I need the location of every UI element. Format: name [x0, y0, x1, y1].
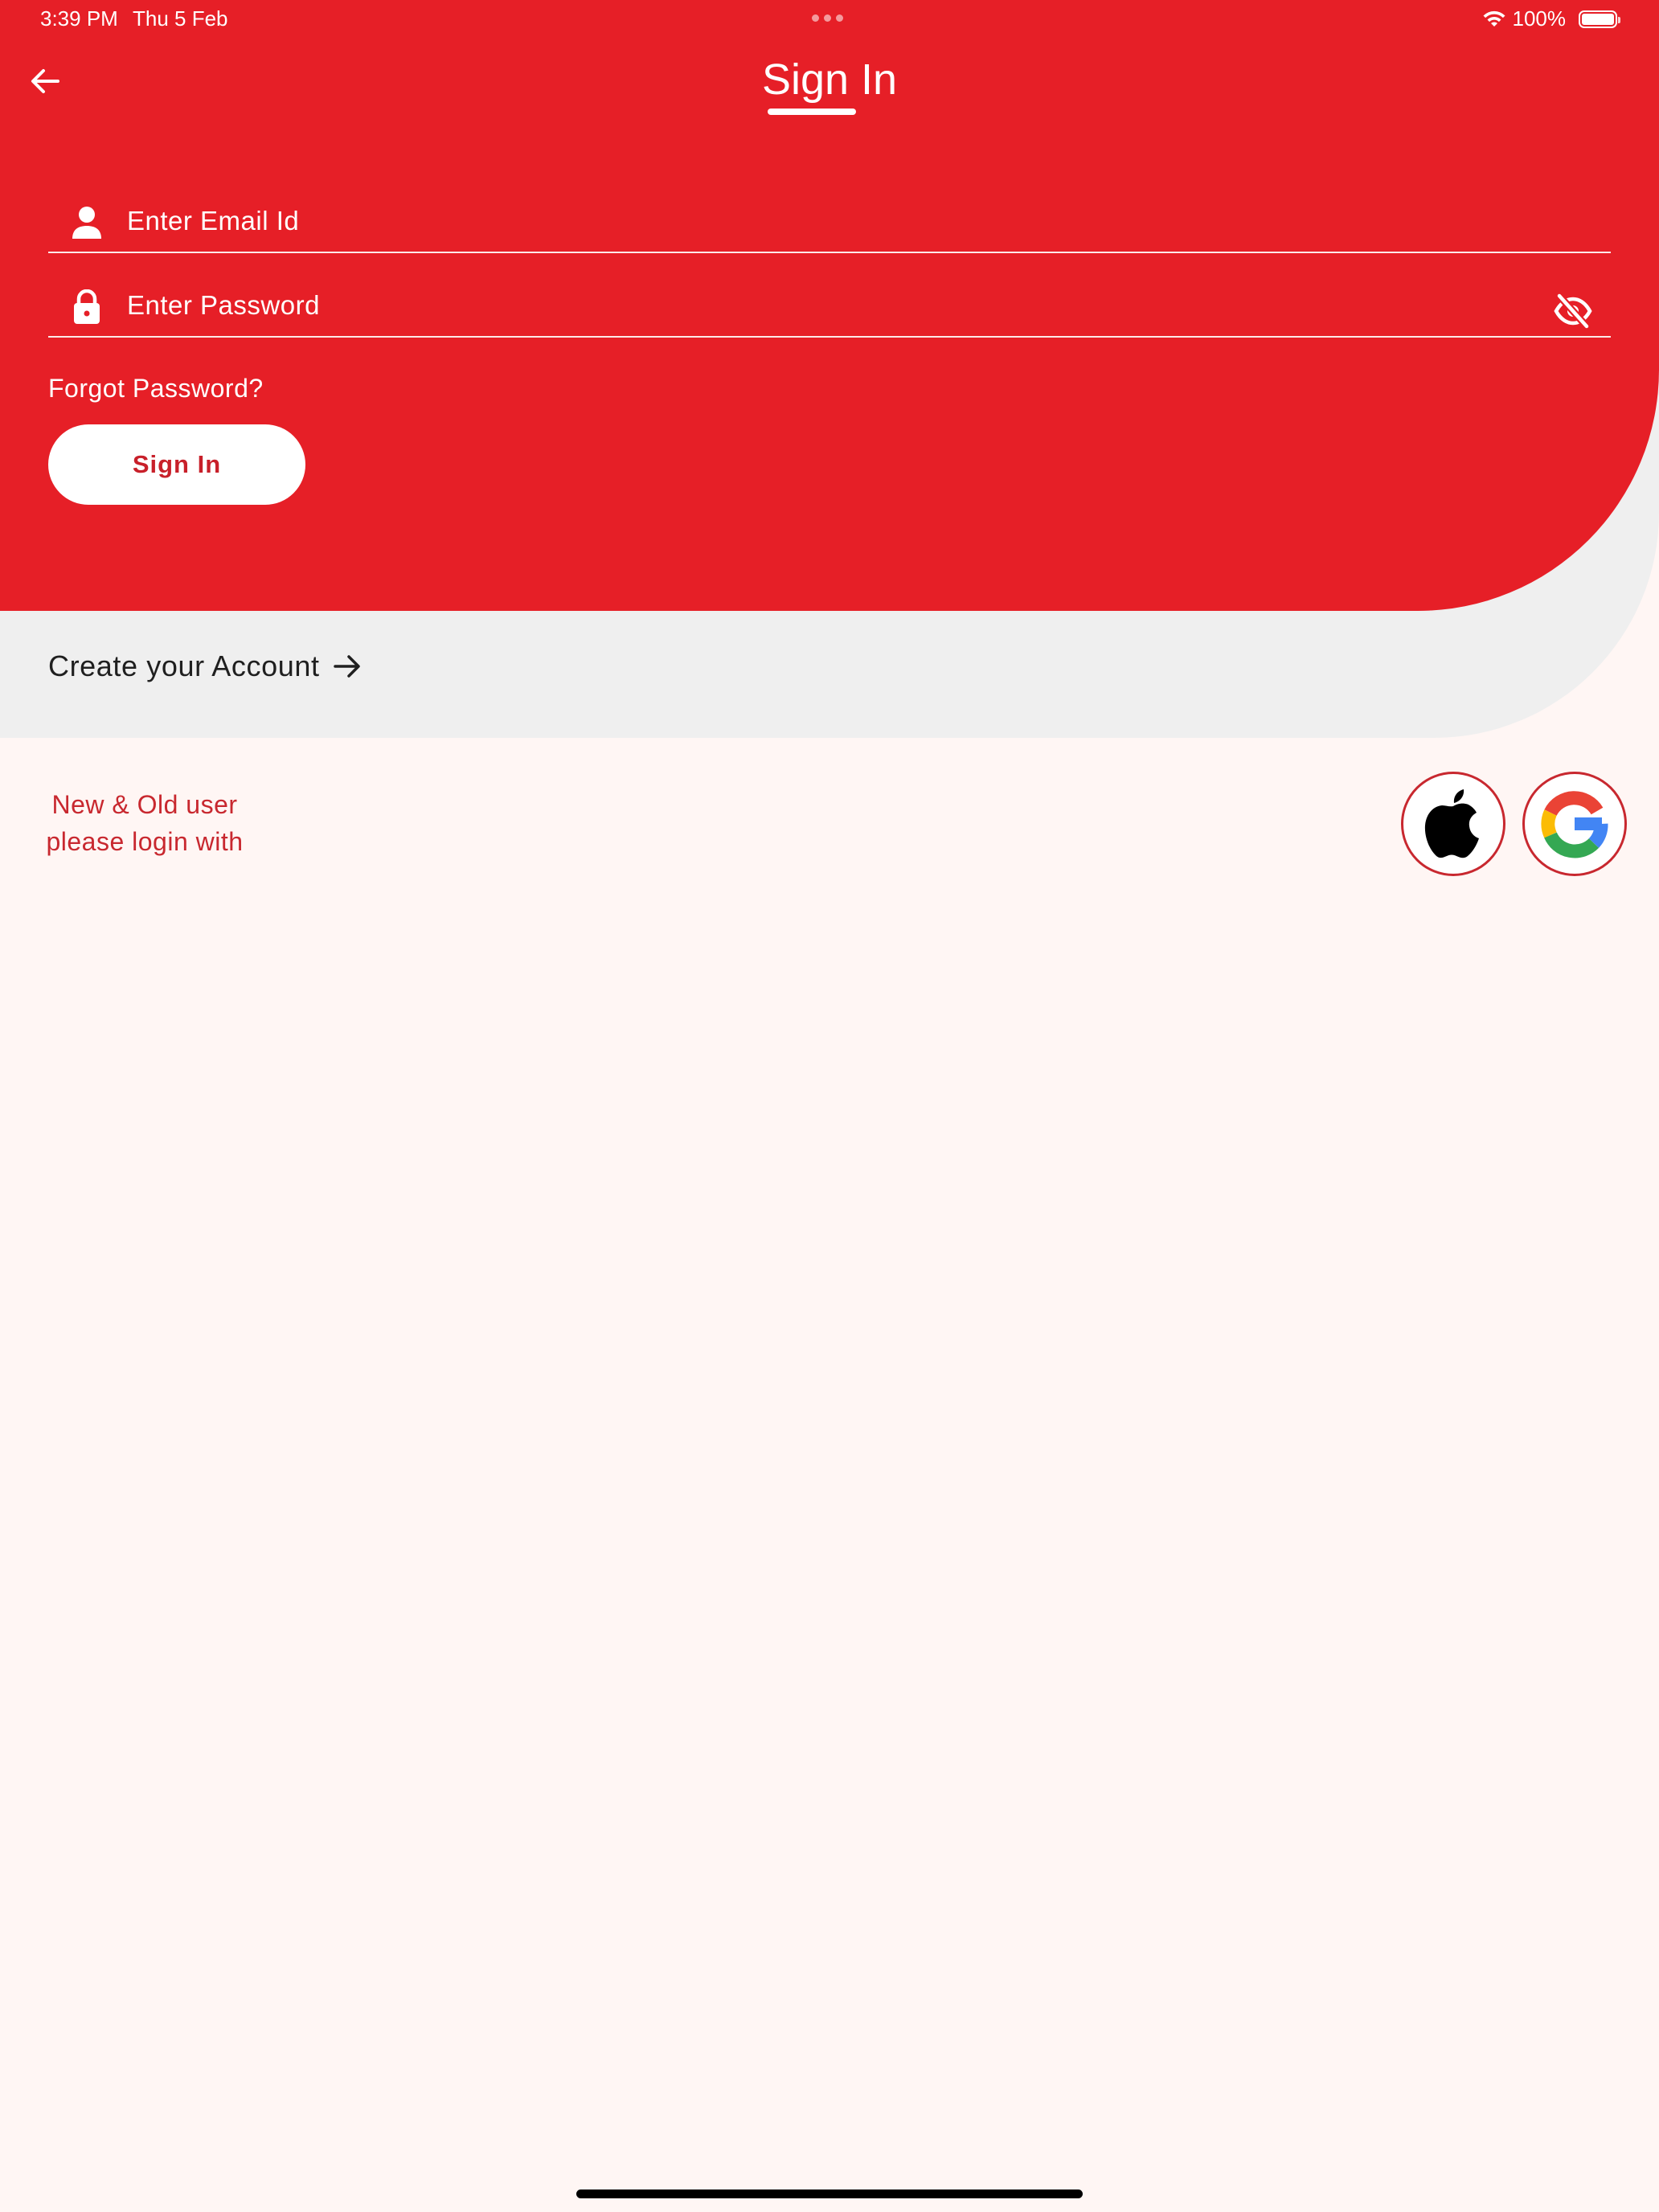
apple-logo-icon: [1424, 789, 1479, 858]
email-input[interactable]: [125, 200, 1492, 242]
create-account-label: Create your Account: [48, 649, 320, 682]
password-visibility-toggle[interactable]: [1553, 291, 1593, 331]
social-login-prompt: New & Old user please login with: [40, 786, 249, 860]
sign-in-screen: 3:39 PM Thu 5 Feb 100% Sign In Enter Ema…: [0, 0, 1659, 2212]
status-time: 3:39 PM: [40, 6, 118, 31]
password-input[interactable]: [125, 285, 1492, 326]
lock-icon: [74, 289, 100, 324]
social-prompt-line-1: New & Old user: [51, 790, 238, 819]
password-field[interactable]: [48, 257, 1611, 338]
google-logo-icon: [1541, 791, 1608, 858]
battery-percent: 100%: [1512, 6, 1567, 31]
forgot-password-link[interactable]: Forgot Password?: [48, 374, 264, 403]
dot: [812, 14, 819, 22]
person-icon: [72, 207, 101, 239]
sign-in-button[interactable]: Sign In: [48, 424, 305, 505]
title-underline: [768, 109, 856, 115]
arrow-right-icon: [333, 655, 360, 678]
status-bar: 3:39 PM Thu 5 Feb 100%: [0, 0, 1659, 39]
page-title: Sign In: [761, 55, 898, 104]
multitasking-dots[interactable]: [812, 14, 843, 22]
dot: [824, 14, 831, 22]
home-indicator: [576, 2189, 1083, 2198]
eye-off-icon: [1554, 292, 1592, 330]
status-date: Thu 5 Feb: [133, 6, 228, 31]
status-right: 100%: [1482, 6, 1620, 31]
create-account-link[interactable]: Create your Account: [48, 649, 362, 683]
wifi-icon: [1483, 10, 1505, 27]
battery-fill: [1582, 13, 1614, 25]
battery-icon: [1579, 10, 1620, 28]
email-field[interactable]: [48, 173, 1611, 253]
social-prompt-line-2: please login with: [46, 827, 244, 856]
google-login-button[interactable]: [1522, 772, 1627, 876]
apple-login-button[interactable]: [1401, 772, 1505, 876]
dot: [836, 14, 843, 22]
